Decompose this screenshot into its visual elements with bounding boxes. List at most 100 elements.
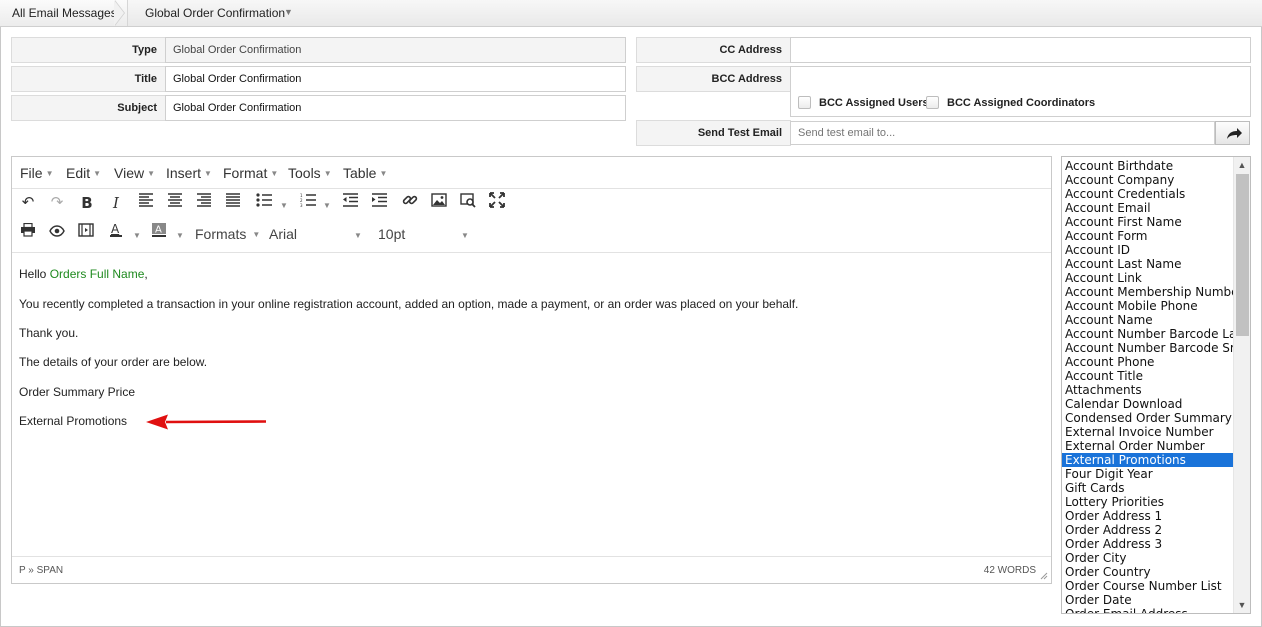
preview-search-icon[interactable] bbox=[457, 192, 479, 214]
cc-address-input[interactable] bbox=[790, 37, 1251, 63]
merge-field-list-item[interactable]: Account Email bbox=[1062, 201, 1234, 215]
scroll-down-icon[interactable]: ▼ bbox=[1234, 597, 1250, 613]
align-center-icon[interactable] bbox=[164, 192, 186, 214]
chevron-down-icon[interactable]: ▼ bbox=[176, 231, 184, 240]
redo-icon[interactable]: ↷ bbox=[46, 192, 68, 214]
chevron-down-icon[interactable]: ▼ bbox=[284, 7, 293, 17]
breadcrumb-root[interactable]: All Email Messages bbox=[0, 0, 128, 26]
merge-field-list-item[interactable]: Order Course Number List bbox=[1062, 579, 1234, 593]
merge-field-list-item[interactable]: Account Membership Number bbox=[1062, 285, 1234, 299]
merge-field-list-item[interactable]: Lottery Priorities bbox=[1062, 495, 1234, 509]
merge-field-list-item[interactable]: Account Name bbox=[1062, 313, 1234, 327]
element-path[interactable]: P » SPAN bbox=[19, 565, 63, 576]
align-right-icon[interactable] bbox=[193, 192, 215, 214]
send-test-email-input[interactable] bbox=[790, 121, 1215, 145]
fullscreen-icon[interactable] bbox=[486, 192, 508, 214]
merge-field-list-item[interactable]: Order Email Address bbox=[1062, 607, 1234, 613]
merge-field-list-item[interactable]: Account Phone bbox=[1062, 355, 1234, 369]
chevron-down-icon[interactable]: ▼ bbox=[354, 231, 362, 240]
chevron-down-icon[interactable]: ▼ bbox=[323, 201, 331, 210]
merge-field-list-item[interactable]: Account Birthdate bbox=[1062, 159, 1234, 173]
merge-field-list-item[interactable]: Gift Cards bbox=[1062, 481, 1234, 495]
toolbar-row-2: A ▼ A ▼ Formats ▼ Arial ▼ 10pt ▼ bbox=[12, 222, 1051, 252]
italic-icon[interactable]: I bbox=[105, 192, 127, 214]
merge-field-list-item[interactable]: Account Mobile Phone bbox=[1062, 299, 1234, 313]
bullet-list-icon[interactable] bbox=[253, 192, 275, 214]
merge-field-order-summary-price[interactable]: Order Summary Price bbox=[19, 385, 135, 399]
merge-field-list-item[interactable]: Order Date bbox=[1062, 593, 1234, 607]
align-justify-icon[interactable] bbox=[222, 192, 244, 214]
scrollbar-thumb[interactable] bbox=[1236, 174, 1249, 336]
text-color-icon[interactable]: A bbox=[105, 222, 127, 244]
scroll-up-icon[interactable]: ▲ bbox=[1234, 157, 1250, 173]
font-family-dropdown[interactable]: Arial bbox=[269, 226, 365, 242]
outdent-icon[interactable] bbox=[339, 192, 361, 214]
media-icon[interactable] bbox=[75, 222, 97, 244]
merge-field-list-item[interactable]: Order City bbox=[1062, 551, 1234, 565]
merge-field-list-item[interactable]: External Order Number bbox=[1062, 439, 1234, 453]
paragraph-1: You recently completed a transaction in … bbox=[19, 297, 799, 311]
bcc-address-input[interactable] bbox=[790, 66, 1251, 117]
menu-file-label: File bbox=[20, 165, 43, 181]
print-icon[interactable] bbox=[17, 222, 39, 244]
merge-field-list[interactable]: Order Email Address Order Date Order Cours… bbox=[1061, 156, 1251, 614]
bold-icon[interactable]: B bbox=[76, 192, 98, 214]
share-arrow-icon bbox=[1227, 128, 1242, 139]
image-icon[interactable] bbox=[428, 192, 450, 214]
merge-field-list-item[interactable]: Account Title bbox=[1062, 369, 1234, 383]
merge-field-list-item[interactable]: Order Country bbox=[1062, 565, 1234, 579]
merge-field-list-item[interactable]: Account Number Barcode Small bbox=[1062, 341, 1234, 355]
bcc-assigned-coordinators-label[interactable]: BCC Assigned Coordinators bbox=[947, 97, 1095, 109]
chevron-down-icon[interactable]: ▼ bbox=[461, 231, 469, 240]
merge-field-list-item[interactable]: Attachments bbox=[1062, 383, 1234, 397]
numbered-list-icon[interactable]: 123 bbox=[297, 192, 319, 214]
merge-field-orders-full-name[interactable]: Orders Full Name bbox=[50, 267, 145, 281]
resize-grip-icon[interactable] bbox=[1040, 572, 1048, 580]
editor-content[interactable]: Hello Orders Full Name, You recently com… bbox=[12, 252, 1051, 558]
merge-field-list-item[interactable]: Order Address 3 bbox=[1062, 537, 1234, 551]
background-color-icon[interactable]: A bbox=[148, 222, 170, 244]
merge-field-list-item[interactable]: Account ID bbox=[1062, 243, 1234, 257]
merge-field-list-item[interactable]: Account Last Name bbox=[1062, 257, 1234, 271]
menu-view[interactable]: View ▼ bbox=[114, 165, 155, 181]
link-icon[interactable] bbox=[399, 192, 421, 214]
merge-field-list-item[interactable]: Order Address 1 bbox=[1062, 509, 1234, 523]
merge-field-list-item[interactable]: External Invoice Number bbox=[1062, 425, 1234, 439]
undo-icon[interactable]: ↶ bbox=[17, 192, 39, 214]
merge-field-list-item[interactable]: Account Company bbox=[1062, 173, 1234, 187]
menu-insert[interactable]: Insert ▼ bbox=[166, 165, 212, 181]
send-test-button[interactable] bbox=[1215, 121, 1250, 145]
bcc-assigned-users-checkbox[interactable] bbox=[798, 96, 811, 109]
merge-field-list-item[interactable]: Account Number Barcode Large bbox=[1062, 327, 1234, 341]
merge-field-list-item[interactable]: Order Address 2 bbox=[1062, 523, 1234, 537]
menu-edit[interactable]: Edit ▼ bbox=[66, 165, 101, 181]
menu-format[interactable]: Format ▼ bbox=[223, 165, 278, 181]
merge-field-list-item[interactable]: Account Link bbox=[1062, 271, 1234, 285]
font-size-dropdown[interactable]: 10pt bbox=[378, 226, 405, 242]
scrollbar[interactable]: ▲ ▼ bbox=[1233, 157, 1250, 613]
menu-file[interactable]: File ▼ bbox=[20, 165, 53, 181]
merge-field-external-promotions[interactable]: External Promotions bbox=[19, 414, 127, 428]
subject-input[interactable]: Global Order Confirmation bbox=[165, 95, 626, 121]
merge-field-list-item[interactable]: Account First Name bbox=[1062, 215, 1234, 229]
formats-dropdown[interactable]: Formats ▼ bbox=[195, 226, 260, 242]
bcc-assigned-users-label[interactable]: BCC Assigned Users bbox=[819, 97, 929, 109]
merge-field-list-item[interactable]: Account Credentials bbox=[1062, 187, 1234, 201]
align-left-icon[interactable] bbox=[135, 192, 157, 214]
merge-field-list-item[interactable]: Account Form bbox=[1062, 229, 1234, 243]
merge-field-list-item[interactable]: Condensed Order Summary bbox=[1062, 411, 1234, 425]
eye-icon[interactable] bbox=[46, 222, 68, 244]
breadcrumb-current[interactable]: Global Order Confirmation bbox=[145, 6, 285, 20]
chevron-down-icon: ▼ bbox=[270, 169, 279, 178]
title-input[interactable]: Global Order Confirmation bbox=[165, 66, 626, 92]
merge-field-list-item[interactable]: Calendar Download bbox=[1062, 397, 1234, 411]
menu-tools[interactable]: Tools ▼ bbox=[288, 165, 332, 181]
merge-field-list-item[interactable]: External Promotions bbox=[1062, 453, 1234, 467]
breadcrumb-root-label[interactable]: All Email Messages bbox=[12, 6, 117, 20]
chevron-down-icon[interactable]: ▼ bbox=[133, 231, 141, 240]
merge-field-list-item[interactable]: Four Digit Year bbox=[1062, 467, 1234, 481]
bcc-assigned-coordinators-checkbox[interactable] bbox=[926, 96, 939, 109]
indent-icon[interactable] bbox=[368, 192, 390, 214]
menu-table[interactable]: Table ▼ bbox=[343, 165, 387, 181]
chevron-down-icon[interactable]: ▼ bbox=[280, 201, 288, 210]
